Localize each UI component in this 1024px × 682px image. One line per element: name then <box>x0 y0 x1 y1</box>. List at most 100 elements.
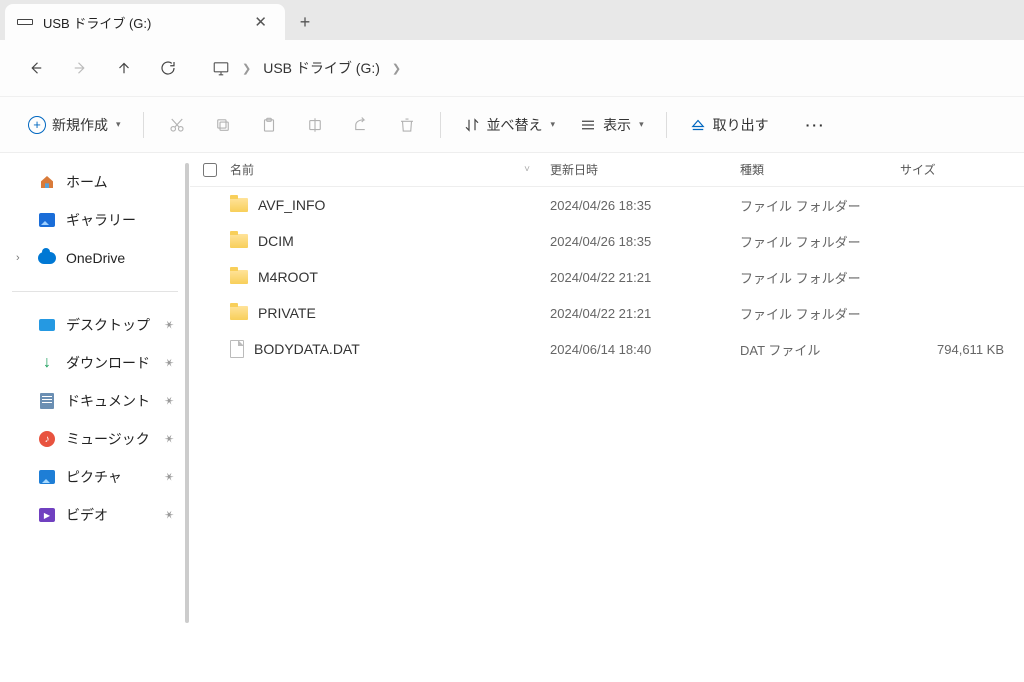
sidebar-item-label: ホーム <box>66 172 108 192</box>
sidebar-item-cloud[interactable]: ›OneDrive <box>0 239 190 277</box>
back-button[interactable] <box>18 50 54 86</box>
sort-label: 並べ替え <box>487 115 543 135</box>
chevron-right-icon[interactable]: ❯ <box>392 62 401 75</box>
column-header-type[interactable]: 種類 <box>740 161 900 178</box>
up-button[interactable] <box>106 50 142 86</box>
file-date: 2024/04/22 21:21 <box>550 306 740 321</box>
sidebar-item-doc[interactable]: ドキュメント ✶ <box>0 382 190 420</box>
folder-row[interactable]: M4ROOT2024/04/22 21:21ファイル フォルダー <box>190 259 1024 295</box>
column-header-size[interactable]: サイズ <box>900 161 1024 178</box>
new-label: 新規作成 <box>52 115 108 135</box>
file-name: AVF_INFO <box>258 197 325 213</box>
pic-icon <box>38 468 56 486</box>
sort-indicator-icon: ˅ <box>524 164 530 175</box>
separator <box>12 291 178 292</box>
sidebar-item-label: ピクチャ <box>66 467 122 487</box>
cut-button[interactable] <box>156 107 198 143</box>
delete-button[interactable] <box>386 107 428 143</box>
sidebar: ホームギャラリー ›OneDrive デスクトップ✶ ↓ ダウンロード ✶ ドキュメント ✶… <box>0 153 190 682</box>
home-icon <box>38 173 56 191</box>
music-icon: ♪ <box>38 430 56 448</box>
sidebar-item-pic[interactable]: ピクチャ ✶ <box>0 458 190 496</box>
sidebar-item-desktop[interactable]: デスクトップ✶ <box>0 306 190 344</box>
folder-row[interactable]: DCIM 2024/04/26 18:35ファイル フォルダー <box>190 223 1024 259</box>
file-date: 2024/04/26 18:35 <box>550 198 740 213</box>
forward-button[interactable] <box>62 50 98 86</box>
column-header-date[interactable]: 更新日時 <box>550 161 740 178</box>
separator <box>666 112 667 138</box>
pin-icon: ✶ <box>161 316 177 333</box>
sidebar-item-music[interactable]: ♪ミュージック✶ <box>0 420 190 458</box>
chevron-down-icon: ▾ <box>116 119 121 130</box>
pc-icon <box>212 59 230 77</box>
view-icon <box>579 116 597 134</box>
file-list-pane: 名前 ˅ 更新日時 種類 サイズ AVF_INFO 2024/04/26 18:3… <box>190 153 1024 682</box>
sort-button[interactable]: 並べ替え ▾ <box>453 107 566 143</box>
file-type: ファイル フォルダー <box>740 304 900 323</box>
sidebar-item-label: ドキュメント <box>66 391 150 411</box>
sidebar-item-label: ダウンロード <box>66 353 150 373</box>
eject-button[interactable]: 取り出す <box>679 107 779 143</box>
eject-label: 取り出す <box>713 115 769 135</box>
tab-title: USB ドライブ (G:) <box>43 13 151 32</box>
separator <box>440 112 441 138</box>
tab[interactable]: USB ドライブ (G:) ✕ <box>5 4 285 40</box>
file-date: 2024/04/26 18:35 <box>550 234 740 249</box>
sidebar-item-gallery[interactable]: ギャラリー <box>0 201 190 239</box>
new-button[interactable]: + 新規作成 ▾ <box>18 107 131 143</box>
folder-icon <box>230 234 248 248</box>
folder-icon <box>230 306 248 320</box>
file-date: 2024/06/14 18:40 <box>550 342 740 357</box>
select-all-checkbox[interactable] <box>190 163 230 177</box>
folder-row[interactable]: AVF_INFO2024/04/26 18:35ファイル フォルダー <box>190 187 1024 223</box>
close-tab-button[interactable]: ✕ <box>248 11 273 33</box>
pin-icon: ✶ <box>161 506 177 523</box>
sidebar-item-home[interactable]: ホーム <box>0 163 190 201</box>
file-date: 2024/04/22 21:21 <box>550 270 740 285</box>
file-name: M4ROOT <box>258 269 318 285</box>
file-row[interactable]: BODYDATA.DAT2024/06/14 18:40DAT ファイル794,… <box>190 331 1024 367</box>
sidebar-item-video[interactable]: ▶ ビデオ ✶ <box>0 496 190 534</box>
chevron-down-icon: ▾ <box>639 119 644 130</box>
address-bar[interactable]: ❯ USB ドライブ (G:) ❯ <box>212 58 401 78</box>
folder-icon <box>230 198 248 212</box>
new-tab-button[interactable]: + <box>285 4 325 40</box>
column-header-name[interactable]: 名前 ˅ <box>230 161 550 178</box>
file-name: DCIM <box>258 233 294 249</box>
view-button[interactable]: 表示 ▾ <box>569 107 654 143</box>
copy-button[interactable] <box>202 107 244 143</box>
sidebar-item-label: ビデオ <box>66 505 108 525</box>
gallery-icon <box>38 211 56 229</box>
pin-icon: ✶ <box>161 354 177 371</box>
file-name: BODYDATA.DAT <box>254 341 360 357</box>
refresh-button[interactable] <box>150 50 186 86</box>
tab-bar: USB ドライブ (G:) ✕ + <box>0 0 1024 40</box>
sort-icon <box>463 116 481 134</box>
main-area: ホームギャラリー ›OneDrive デスクトップ✶ ↓ ダウンロード ✶ ドキュメント ✶… <box>0 152 1024 682</box>
pin-icon: ✶ <box>161 430 177 447</box>
column-header-row: 名前 ˅ 更新日時 種類 サイズ <box>190 153 1024 187</box>
share-button[interactable] <box>340 107 382 143</box>
file-icon <box>230 340 244 358</box>
chevron-right-icon: ❯ <box>242 62 251 75</box>
chevron-down-icon: ▾ <box>551 119 556 130</box>
separator <box>143 112 144 138</box>
download-icon: ↓ <box>38 354 56 372</box>
paste-button[interactable] <box>248 107 290 143</box>
eject-icon <box>689 116 707 134</box>
folder-row[interactable]: PRIVATE2024/04/22 21:21ファイル フォルダー <box>190 295 1024 331</box>
video-icon: ▶ <box>38 506 56 524</box>
desktop-icon <box>38 316 56 334</box>
view-label: 表示 <box>603 115 631 135</box>
sidebar-item-label: ギャラリー <box>66 210 136 230</box>
pin-icon: ✶ <box>161 468 177 485</box>
more-button[interactable]: ··· <box>795 107 837 143</box>
rename-button[interactable] <box>294 107 336 143</box>
sidebar-item-label: OneDrive <box>66 250 125 266</box>
toolbar: + 新規作成 ▾ 並べ替え ▾ 表示 ▾ 取り出す ··· <box>0 96 1024 152</box>
nav-bar: ❯ USB ドライブ (G:) ❯ <box>0 40 1024 96</box>
pin-icon: ✶ <box>161 392 177 409</box>
sidebar-item-download[interactable]: ↓ ダウンロード ✶ <box>0 344 190 382</box>
file-type: ファイル フォルダー <box>740 232 900 251</box>
drive-icon <box>17 19 33 25</box>
